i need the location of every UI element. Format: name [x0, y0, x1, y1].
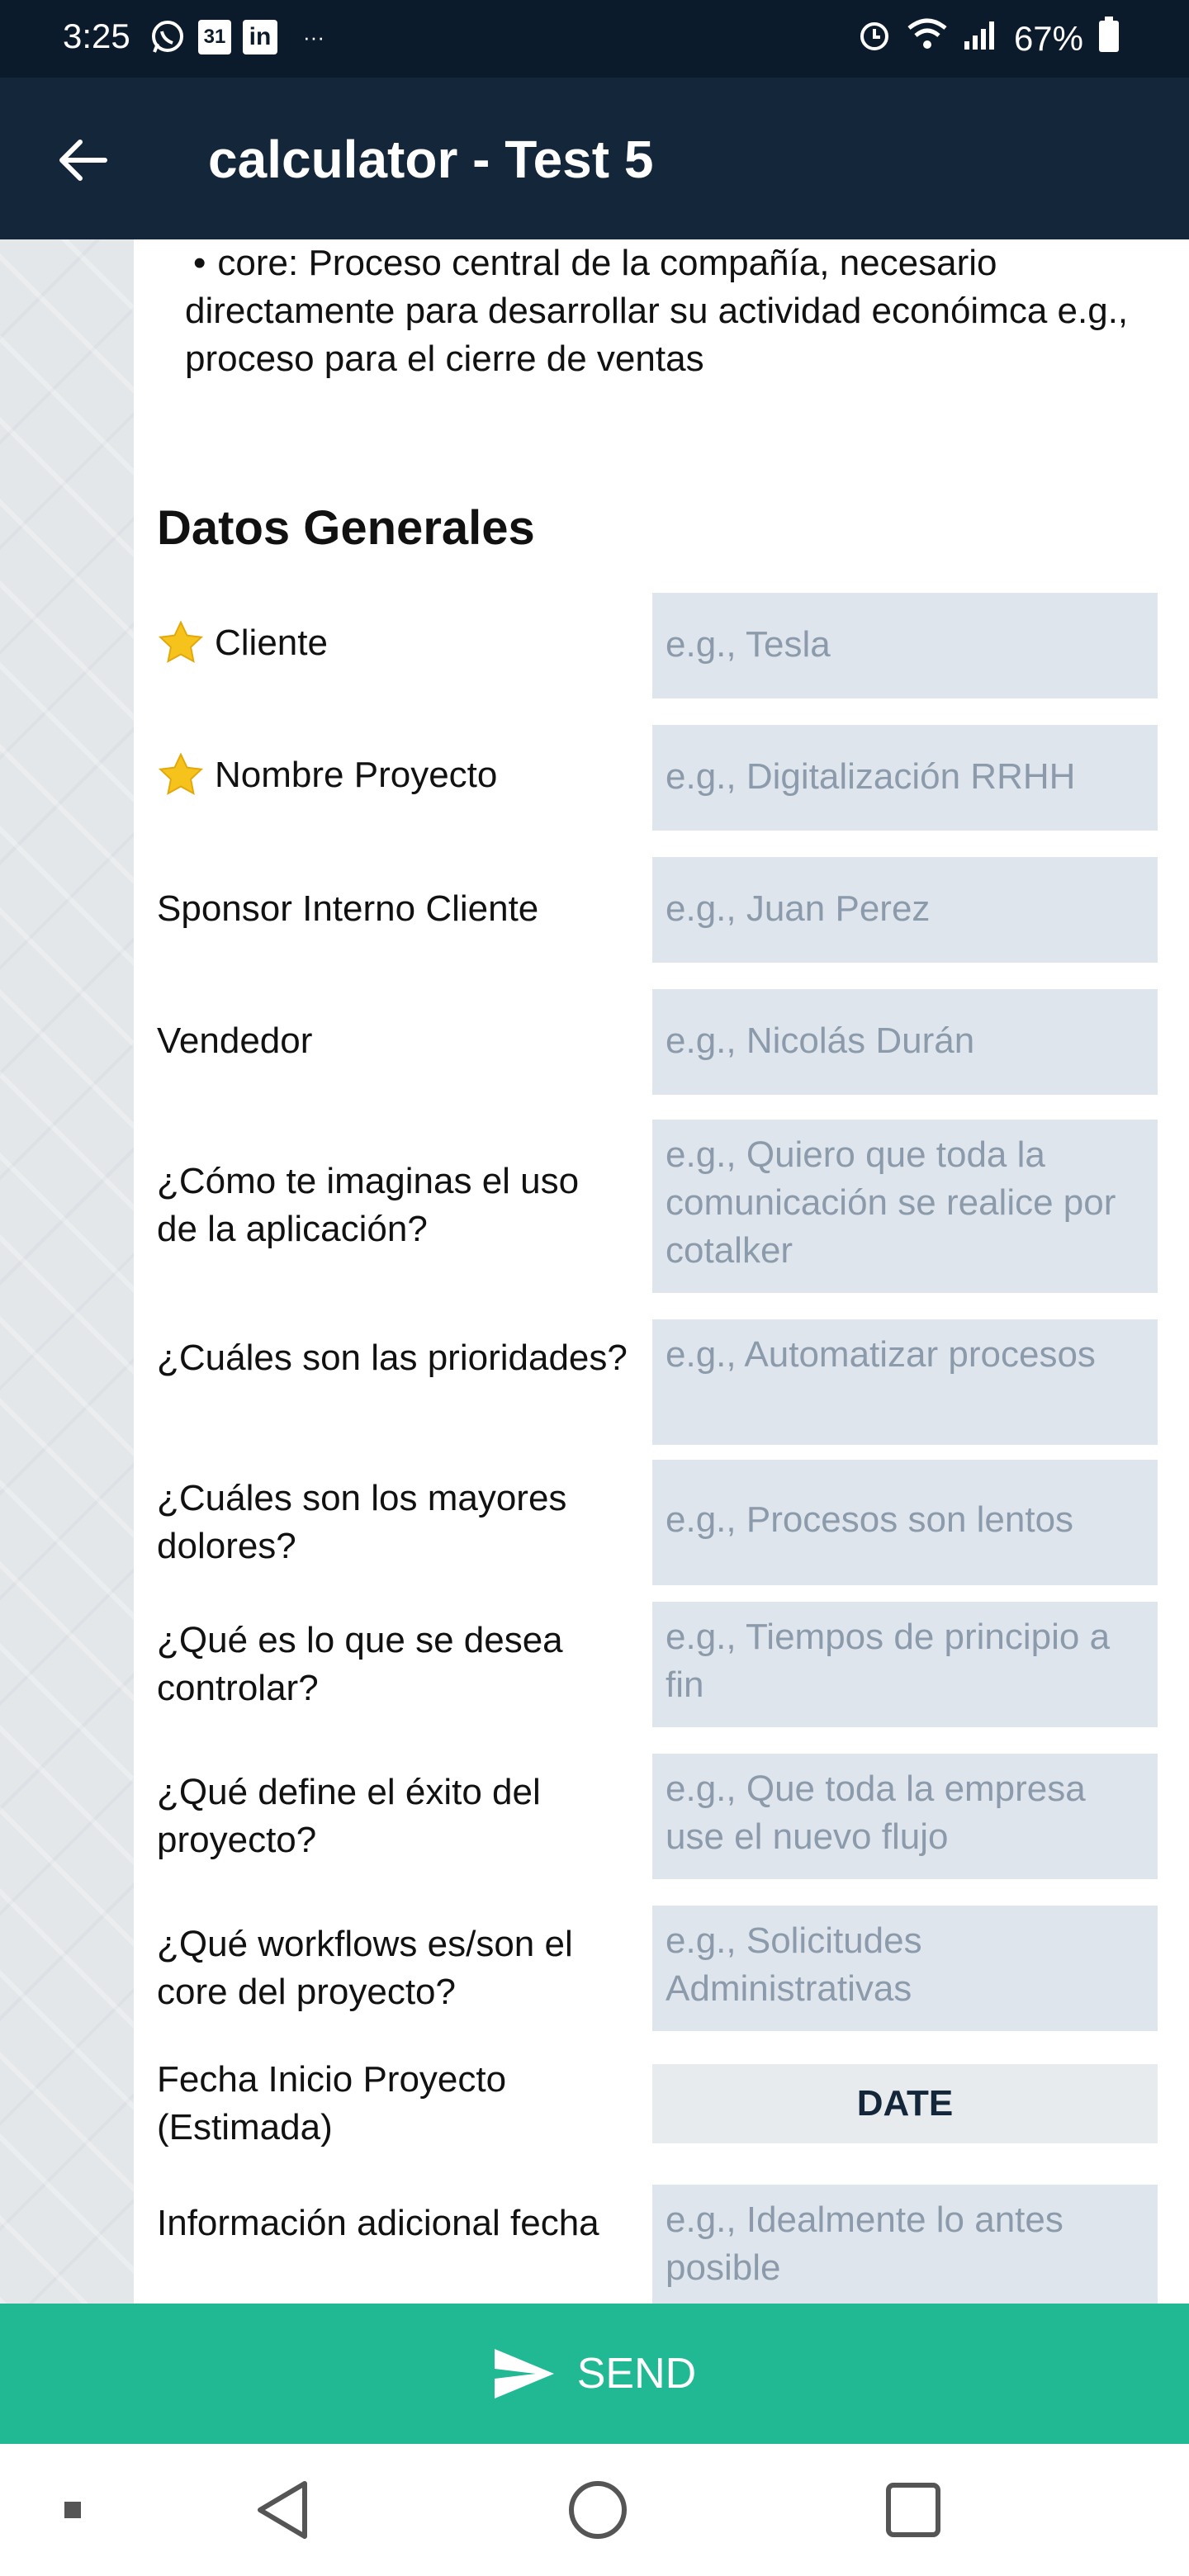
- field-label: Fecha Inicio Proyecto (Estimada): [157, 2059, 507, 2147]
- field-label-text: Nombre Proyecto: [215, 755, 498, 795]
- signal-icon: [963, 18, 999, 59]
- exito-input[interactable]: e.g., Que toda la empresa use el nuevo f…: [652, 1754, 1158, 1879]
- workflows-input[interactable]: e.g., Solicitudes Administrativas: [652, 1906, 1158, 2031]
- battery-percent: 67%: [1013, 19, 1083, 58]
- form-row-fecha-inicio: Fecha Inicio Proyecto (Estimada) DATE: [157, 2056, 1172, 2155]
- linkedin-icon: in: [243, 20, 277, 54]
- vendedor-input[interactable]: e.g., Nicolás Durán: [652, 989, 1158, 1095]
- form-row-cliente: Cliente e.g., Tesla: [157, 593, 1172, 698]
- field-label: ¿Cómo te imaginas el uso de la aplicació…: [157, 1161, 580, 1249]
- nombre-proyecto-input[interactable]: e.g., Digitalización RRHH: [652, 725, 1158, 831]
- field-label: ¿Qué define el éxito del proyecto?: [157, 1772, 541, 1860]
- sponsor-input[interactable]: e.g., Juan Perez: [652, 857, 1158, 963]
- form-row-exito: ¿Qué define el éxito del proyecto? e.g.,…: [157, 1754, 1172, 1879]
- star-icon: [158, 752, 204, 795]
- send-icon: [494, 2349, 554, 2398]
- star-icon: [158, 620, 204, 663]
- circle-home-icon: [569, 2481, 627, 2539]
- prioridades-input[interactable]: e.g., Automatizar procesos: [652, 1319, 1158, 1445]
- form-row-nombre-proyecto: Nombre Proyecto e.g., Digitalización RRH…: [157, 725, 1172, 831]
- field-label: ¿Qué workflows es/son el core del proyec…: [157, 1924, 573, 2012]
- field-label: Sponsor Interno Cliente: [157, 888, 539, 929]
- nav-recents-button[interactable]: [880, 2477, 946, 2543]
- more-notifications-icon: ···: [303, 24, 324, 50]
- intro-text: • core: Proceso central de la compañía, n…: [185, 239, 1176, 383]
- battery-icon: [1098, 17, 1120, 61]
- nav-back-button[interactable]: [249, 2477, 315, 2543]
- uso-aplicacion-input[interactable]: e.g., Quiero que toda la comunicación se…: [652, 1120, 1158, 1293]
- form-row-dolores: ¿Cuáles son los mayores dolores? e.g., P…: [157, 1460, 1172, 1585]
- field-label: Información adicional fecha: [157, 2203, 599, 2243]
- form-row-uso-aplicacion: ¿Cómo te imaginas el uso de la aplicació…: [157, 1120, 1172, 1293]
- triangle-back-icon: [258, 2481, 307, 2539]
- status-time: 3:25: [63, 17, 130, 55]
- nav-dot-icon: [40, 2477, 106, 2543]
- form-row-info-adicional: Información adicional fecha e.g., Idealm…: [157, 2185, 1172, 2304]
- field-label: ¿Cuáles son las prioridades?: [157, 1338, 628, 1378]
- back-button[interactable]: [50, 127, 116, 193]
- calendar-day: 31: [203, 26, 226, 48]
- field-label-text: Cliente: [215, 623, 328, 663]
- field-label: Nombre Proyecto: [157, 751, 628, 799]
- form-row-workflows: ¿Qué workflows es/son el core del proyec…: [157, 1906, 1172, 2031]
- field-label: ¿Qué es lo que se desea controlar?: [157, 1620, 563, 1708]
- cliente-input[interactable]: e.g., Tesla: [652, 593, 1158, 698]
- dolores-input[interactable]: e.g., Procesos son lentos: [652, 1460, 1158, 1585]
- section-title: Datos Generales: [157, 501, 535, 555]
- info-adicional-input[interactable]: e.g., Idealmente lo antes posible: [652, 2185, 1158, 2304]
- whatsapp-icon: [149, 18, 187, 56]
- alarm-icon: [857, 17, 892, 60]
- status-bar: 3:25 31 in ··· 67%: [0, 0, 1189, 78]
- intro-description: core: Proceso central de la compañía, ne…: [185, 243, 1129, 379]
- form-row-controlar: ¿Qué es lo que se desea controlar? e.g.,…: [157, 1602, 1172, 1727]
- field-label: Vendedor: [157, 1020, 313, 1061]
- bullet: •: [193, 243, 206, 283]
- wifi-icon: [907, 18, 948, 59]
- square-recents-icon: [886, 2483, 940, 2537]
- nav-home-button[interactable]: [565, 2477, 631, 2543]
- controlar-input[interactable]: e.g., Tiempos de principio a fin: [652, 1602, 1158, 1727]
- send-label: SEND: [576, 2350, 697, 2398]
- form-row-vendedor: Vendedor e.g., Nicolás Durán: [157, 989, 1172, 1095]
- calendar-icon: 31: [198, 20, 231, 54]
- arrow-left-icon: [59, 140, 107, 181]
- field-label: Cliente: [157, 619, 628, 667]
- form-row-prioridades: ¿Cuáles son las prioridades? e.g., Autom…: [157, 1319, 1172, 1445]
- send-button[interactable]: SEND: [0, 2304, 1189, 2444]
- field-label: ¿Cuáles son los mayores dolores?: [157, 1478, 567, 1566]
- form-card: • core: Proceso central de la compañía, n…: [134, 239, 1189, 2304]
- system-nav-bar: [0, 2444, 1189, 2576]
- form-row-sponsor: Sponsor Interno Cliente e.g., Juan Perez: [157, 857, 1172, 963]
- date-button[interactable]: DATE: [652, 2064, 1158, 2143]
- page-title: calculator - Test 5: [208, 130, 654, 189]
- app-bar: calculator - Test 5: [0, 78, 1189, 239]
